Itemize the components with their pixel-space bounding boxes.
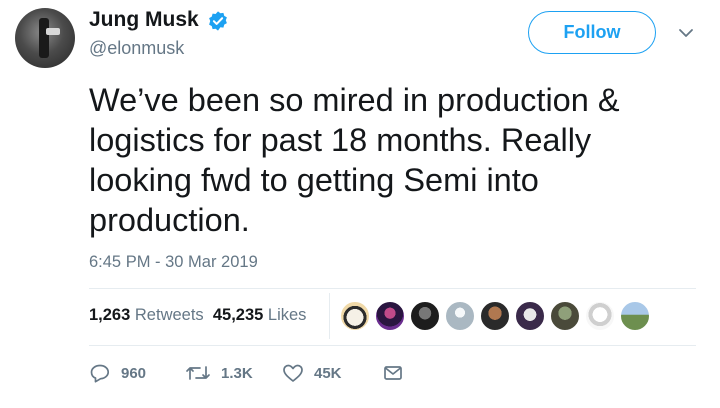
- avatar-figure-detail: [46, 28, 60, 35]
- follow-button[interactable]: Follow: [528, 11, 656, 54]
- tweet-text: We’ve been so mired in production & logi…: [89, 80, 689, 240]
- divider: [89, 345, 696, 346]
- heart-icon: [283, 364, 303, 382]
- liker-avatar[interactable]: [585, 301, 615, 331]
- retweet-icon: [186, 366, 210, 380]
- reply-count: 960: [121, 364, 147, 382]
- liker-avatar[interactable]: [445, 301, 475, 331]
- stats-separator: [329, 293, 330, 339]
- engagement-stats: 1,263 Retweets 45,235 Likes: [89, 306, 306, 325]
- like-count: 45K: [314, 364, 342, 382]
- likes-label[interactable]: Likes: [268, 306, 307, 324]
- verified-badge-icon: [209, 11, 227, 31]
- likes-count[interactable]: 45,235: [213, 306, 263, 324]
- reply-button[interactable]: 960: [89, 360, 146, 386]
- envelope-icon: [384, 366, 402, 380]
- retweet-button[interactable]: 1.3K: [185, 360, 253, 386]
- avatar-figure: [39, 18, 49, 58]
- retweet-count: 1.3K: [221, 364, 253, 382]
- liker-avatar[interactable]: [410, 301, 440, 331]
- direct-message-button[interactable]: [383, 360, 403, 386]
- liker-avatar[interactable]: [375, 301, 405, 331]
- retweets-count[interactable]: 1,263: [89, 306, 130, 324]
- profile-avatar[interactable]: [15, 8, 75, 68]
- user-handle[interactable]: @elonmusk: [89, 38, 184, 59]
- display-name[interactable]: Jung Musk: [89, 8, 199, 32]
- tweet-line: We’ve been so mired in production &: [89, 82, 620, 118]
- liker-avatar[interactable]: [620, 301, 650, 331]
- tweet-line: logistics for past 18 months. Really: [89, 122, 592, 158]
- liker-avatar[interactable]: [340, 301, 370, 331]
- tweet-line: looking fwd to getting Semi into: [89, 162, 539, 198]
- liker-avatar[interactable]: [515, 301, 545, 331]
- divider: [89, 288, 696, 289]
- retweets-label[interactable]: Retweets: [135, 306, 204, 324]
- tweet-timestamp[interactable]: 6:45 PM - 30 Mar 2019: [89, 253, 258, 272]
- tweet-line: production.: [89, 202, 250, 238]
- chevron-down-icon[interactable]: [678, 26, 694, 40]
- reply-icon: [90, 364, 110, 383]
- tweet-actions: 960 1.3K 45K: [89, 360, 419, 386]
- like-button[interactable]: 45K: [282, 360, 342, 386]
- liker-avatar[interactable]: [480, 301, 510, 331]
- liker-avatar[interactable]: [550, 301, 580, 331]
